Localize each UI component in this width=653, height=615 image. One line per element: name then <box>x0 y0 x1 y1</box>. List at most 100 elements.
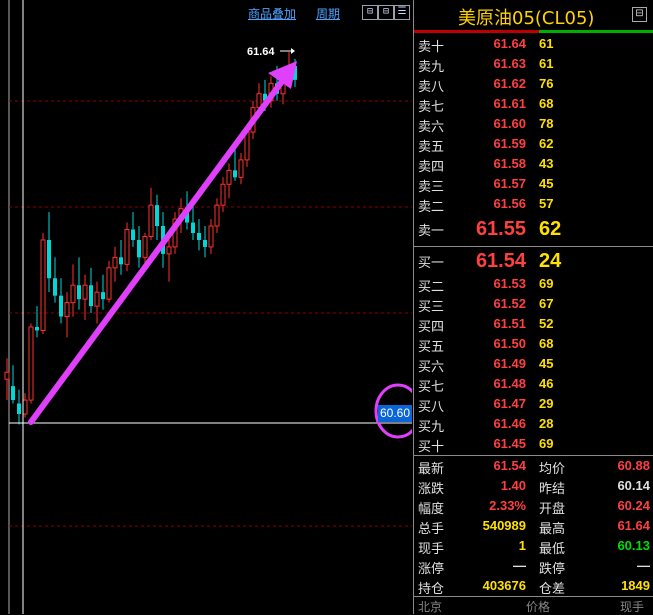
stat-value: 61.54 <box>493 458 526 473</box>
sell-level-row[interactable]: 卖八 61.62 76 <box>414 74 653 95</box>
level-label: 卖四 <box>418 160 445 175</box>
level-volume: 52 <box>539 316 554 331</box>
buy-level-row[interactable]: 买十 61.45 69 <box>414 434 653 455</box>
candle-body <box>214 204 220 227</box>
buy-level-row[interactable]: 买九 61.46 28 <box>414 414 653 435</box>
trend-arrow <box>28 61 297 425</box>
stat-value: 60.13 <box>617 538 650 553</box>
candle-body <box>53 278 57 296</box>
stat-value: 2.33% <box>489 498 526 513</box>
stat-value: 60.88 <box>617 458 650 473</box>
overlay-link[interactable]: 商品叠加 <box>248 5 296 22</box>
buy-level-row[interactable]: 买五 61.50 68 <box>414 334 653 355</box>
level-volume: 67 <box>539 296 554 311</box>
next-button[interactable]: ⊟ <box>378 5 394 20</box>
candle-body <box>226 169 232 185</box>
high-price-label: 61.64 <box>247 46 275 58</box>
footer-col-lots: 现手 <box>620 600 645 614</box>
level-volume: 68 <box>539 336 554 351</box>
level-volume: 69 <box>539 276 554 291</box>
buy-level-row[interactable]: 买七 61.48 46 <box>414 374 653 395</box>
level-label: 卖三 <box>418 180 445 195</box>
sell-level-row[interactable]: 卖十 61.64 61 <box>414 34 653 55</box>
stat-value: 540989 <box>482 518 526 533</box>
candle-body <box>64 302 70 318</box>
candles-group <box>4 52 297 425</box>
level-price: 61.56 <box>493 196 526 211</box>
candle-body <box>106 267 112 300</box>
kline-chart[interactable]: 61.64 商品叠加 周期 ⊟ ⊟ ☰ 60.60 <box>0 0 412 614</box>
level-price: 61.62 <box>493 76 526 91</box>
level-price: 61.64 <box>493 36 526 51</box>
candle-body <box>82 284 88 300</box>
candle-body <box>22 399 28 415</box>
level-price: 61.61 <box>493 96 526 111</box>
level-label: 买五 <box>418 340 445 355</box>
stat-value: — <box>513 558 526 573</box>
stat-value: 60.14 <box>617 478 650 493</box>
buy-level-row[interactable]: 买六 61.49 45 <box>414 354 653 375</box>
kline-canvas[interactable]: 61.64 <box>0 0 412 614</box>
level-label: 卖一 <box>418 224 445 239</box>
stat-row: 涨跌 1.40 昨结 60.14 <box>414 476 653 497</box>
menu-icon[interactable]: ☰ <box>394 5 410 20</box>
level-price: 61.57 <box>493 176 526 191</box>
stat-value: 1849 <box>621 578 650 593</box>
candle-body <box>77 285 81 300</box>
candle-body <box>119 257 123 265</box>
sell-level-row[interactable]: 卖九 61.63 61 <box>414 54 653 75</box>
level-volume: 76 <box>539 76 554 91</box>
panel-menu-icon[interactable]: ⊟ <box>632 7 647 22</box>
stat-label: 总手 <box>418 522 445 537</box>
stat-value: 60.24 <box>617 498 650 513</box>
stat-label: 开盘 <box>539 502 566 517</box>
candle-body <box>11 386 15 401</box>
buy-level-row[interactable]: 买四 61.51 52 <box>414 314 653 335</box>
level-price: 61.49 <box>493 356 526 371</box>
stat-row: 最新 61.54 均价 60.88 <box>414 456 653 477</box>
level-label: 买八 <box>418 400 445 415</box>
level-price: 61.59 <box>493 136 526 151</box>
sell-level-row[interactable]: 卖一 61.55 62 <box>414 218 653 240</box>
candle-body <box>131 229 135 240</box>
prev-button[interactable]: ⊟ <box>362 5 378 20</box>
panel-footer: 北京 价格 现手 <box>414 597 653 614</box>
stat-value: 403676 <box>482 578 526 593</box>
level-volume: 46 <box>539 376 554 391</box>
stat-label: 涨跌 <box>418 482 445 497</box>
sell-level-row[interactable]: 卖七 61.61 68 <box>414 94 653 115</box>
buy-level-row[interactable]: 买一 61.54 24 <box>414 250 653 272</box>
sell-level-row[interactable]: 卖四 61.58 43 <box>414 154 653 175</box>
sell-level-row[interactable]: 卖五 61.59 62 <box>414 134 653 155</box>
candle-body <box>191 222 195 233</box>
level-volume: 43 <box>539 156 554 171</box>
level-volume: 69 <box>539 436 554 451</box>
level-volume: 29 <box>539 396 554 411</box>
level-price: 61.51 <box>493 316 526 331</box>
level-volume: 28 <box>539 416 554 431</box>
period-link[interactable]: 周期 <box>316 5 340 22</box>
candle-body <box>59 295 63 317</box>
level-label: 卖八 <box>418 80 445 95</box>
sell-level-row[interactable]: 卖六 61.60 78 <box>414 114 653 135</box>
buy-level-row[interactable]: 买二 61.53 69 <box>414 274 653 295</box>
candle-body <box>35 326 39 331</box>
level-price: 61.60 <box>493 116 526 131</box>
level-price: 61.53 <box>493 276 526 291</box>
level-price: 61.58 <box>493 156 526 171</box>
sell-level-row[interactable]: 卖三 61.57 45 <box>414 174 653 195</box>
level-volume: 62 <box>539 218 562 240</box>
level-label: 买三 <box>418 300 445 315</box>
level-label: 买四 <box>418 320 445 335</box>
level-volume: 45 <box>539 176 554 191</box>
level-price: 61.48 <box>493 376 526 391</box>
level-volume: 57 <box>539 196 554 211</box>
level-label: 卖十 <box>418 40 445 55</box>
level-label: 卖六 <box>418 120 445 135</box>
stat-row: 现手 1 最低 60.13 <box>414 536 653 557</box>
buy-level-row[interactable]: 买三 61.52 67 <box>414 294 653 315</box>
buy-level-row[interactable]: 买八 61.47 29 <box>414 394 653 415</box>
level-label: 买一 <box>418 256 445 271</box>
candle-body <box>40 239 46 331</box>
sell-level-row[interactable]: 卖二 61.56 57 <box>414 194 653 215</box>
